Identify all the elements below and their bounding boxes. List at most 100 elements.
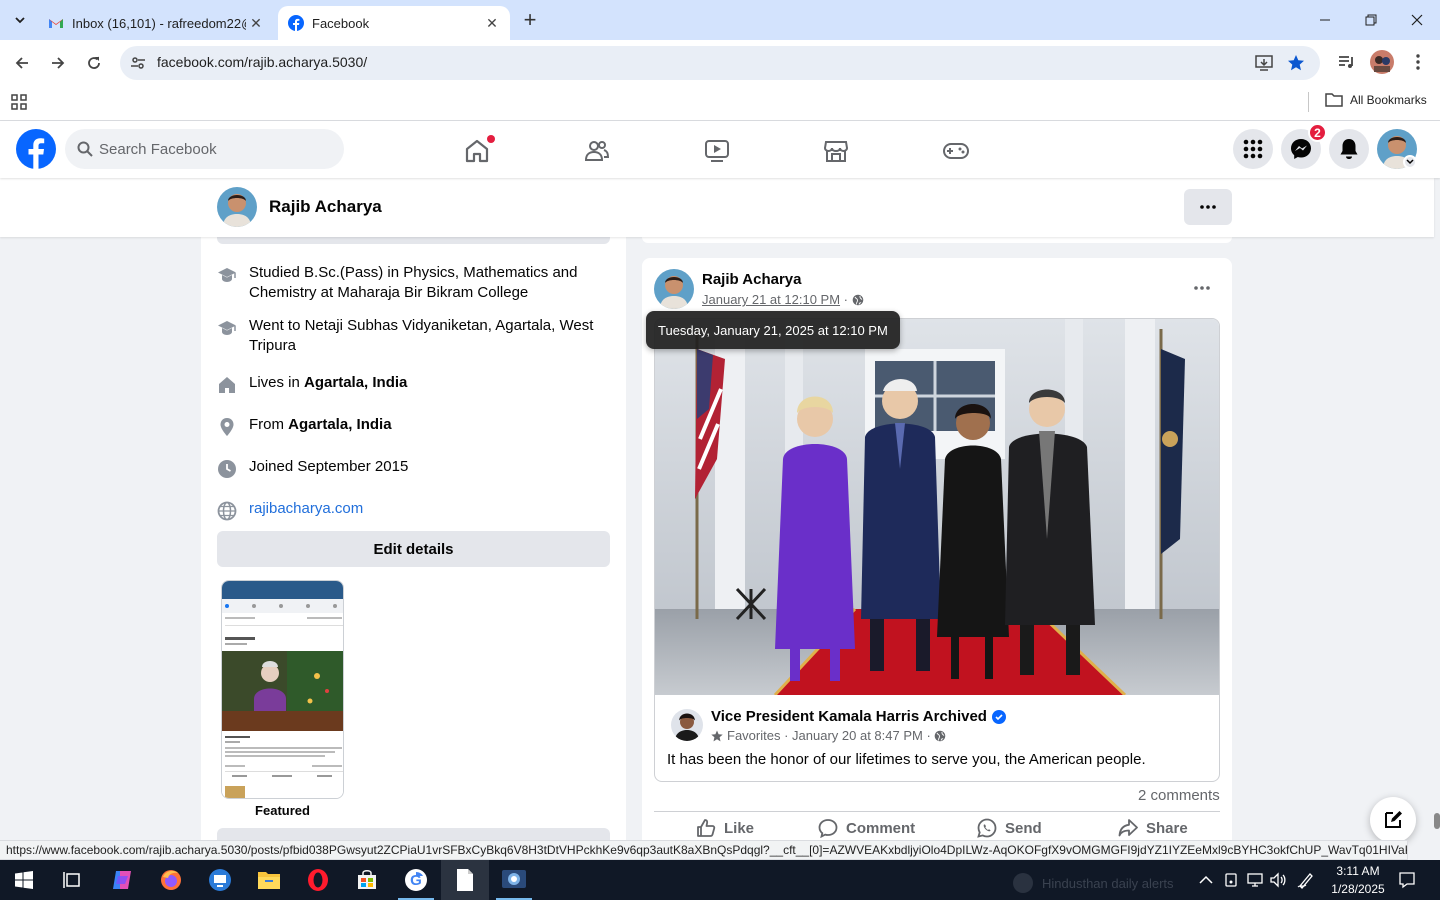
profile-name[interactable]: Rajib Acharya xyxy=(269,197,382,217)
post-options-button[interactable] xyxy=(1186,272,1218,304)
shared-page-name-text[interactable]: Vice President Kamala Harris Archived xyxy=(711,708,987,725)
forward-button[interactable] xyxy=(43,48,73,78)
search-input[interactable] xyxy=(99,140,319,158)
shared-post-text: It has been the honor of our lifetimes t… xyxy=(667,751,1146,768)
taskbar-chrome[interactable]: G xyxy=(392,860,440,900)
thumbs-up-icon xyxy=(697,819,716,837)
shared-page-avatar[interactable] xyxy=(671,709,703,741)
all-bookmarks-button[interactable]: All Bookmarks xyxy=(1325,92,1427,108)
action-center-icon[interactable] xyxy=(1397,870,1417,890)
profile-more-button[interactable] xyxy=(1184,189,1232,225)
nav-friends[interactable] xyxy=(541,125,653,177)
tray-overflow-icon[interactable] xyxy=(1196,870,1216,890)
apps-grid-icon[interactable] xyxy=(10,93,28,111)
windows-logo-icon xyxy=(15,871,33,889)
taskbar-store[interactable] xyxy=(343,860,391,900)
page-scrollbar[interactable] xyxy=(1434,178,1440,840)
nav-gaming[interactable] xyxy=(900,125,1012,177)
close-icon[interactable]: ✕ xyxy=(482,13,502,33)
install-app-icon[interactable] xyxy=(1254,53,1274,73)
intro-lives-in: Lives in Agartala, India xyxy=(217,373,607,395)
tab-search-button[interactable] xyxy=(6,8,34,32)
edit-details-button[interactable]: Edit details xyxy=(217,531,610,567)
profile-avatar[interactable] xyxy=(217,187,257,227)
taskbar-active-app[interactable] xyxy=(490,860,538,900)
comment-button[interactable]: Comment xyxy=(818,816,915,840)
profile-avatar-icon[interactable] xyxy=(1370,50,1394,74)
messenger-badge: 2 xyxy=(1308,123,1327,142)
share-button[interactable]: Share xyxy=(1118,816,1188,840)
taskbar-notification-text[interactable]: Hindusthan daily alerts xyxy=(1012,872,1174,894)
taskbar-notepad[interactable] xyxy=(441,860,489,900)
tray-network-icon[interactable] xyxy=(1245,870,1265,890)
send-button[interactable]: Send xyxy=(977,816,1042,840)
reload-button[interactable] xyxy=(79,48,109,78)
facebook-logo-icon[interactable] xyxy=(16,129,56,169)
site-info-icon[interactable] xyxy=(128,53,148,73)
browser-menu-icon[interactable] xyxy=(1406,50,1430,74)
website-link[interactable]: rajibacharya.com xyxy=(249,499,363,519)
gmail-icon xyxy=(49,19,63,28)
close-window-button[interactable] xyxy=(1394,0,1440,40)
send-label: Send xyxy=(1005,819,1042,837)
intro-joined: Joined September 2015 xyxy=(217,457,607,479)
media-controls-icon[interactable] xyxy=(1334,50,1358,74)
remote-desktop-icon xyxy=(209,869,231,891)
new-message-button[interactable] xyxy=(1370,797,1416,843)
tab-gmail[interactable]: Inbox (16,101) - rafreedom22@ ✕ xyxy=(38,6,274,40)
nav-marketplace[interactable] xyxy=(780,125,892,177)
close-icon[interactable]: ✕ xyxy=(246,13,266,33)
tray-volume-icon[interactable] xyxy=(1268,870,1288,890)
shared-page-name[interactable]: Vice President Kamala Harris Archived xyxy=(711,708,1006,725)
taskbar-copilot[interactable] xyxy=(98,860,146,900)
account-chevron-icon[interactable] xyxy=(1403,155,1417,169)
facebook-search-box[interactable] xyxy=(65,129,344,169)
intro-top-button[interactable] xyxy=(217,237,610,244)
shared-post[interactable]: Vice President Kamala Harris Archived Fa… xyxy=(654,318,1220,782)
shared-post-photo[interactable] xyxy=(655,319,1220,695)
scrollbar-thumb[interactable] xyxy=(1434,813,1440,829)
globe-icon[interactable] xyxy=(934,730,946,742)
shared-list: Favorites xyxy=(727,728,781,743)
restore-button[interactable] xyxy=(1348,0,1394,40)
tab-facebook[interactable]: Facebook ✕ xyxy=(278,6,510,40)
address-bar[interactable]: facebook.com/rajib.acharya.5030/ xyxy=(120,46,1320,80)
post-date-link[interactable]: January 21 at 12:10 PM xyxy=(702,292,840,307)
page-avatar-icon xyxy=(671,709,703,741)
comments-count-link[interactable]: 2 comments xyxy=(1138,787,1220,804)
taskbar-clock[interactable]: 3:11 AM 1/28/2025 xyxy=(1324,862,1392,898)
bookmark-star-icon[interactable] xyxy=(1286,53,1306,73)
minimize-button[interactable] xyxy=(1302,0,1348,40)
intro-bottom-section xyxy=(217,828,610,840)
taskbar-opera[interactable] xyxy=(294,860,342,900)
messenger-button[interactable]: 2 xyxy=(1281,123,1327,169)
featured-story-thumbnail[interactable] xyxy=(221,580,344,799)
intro-place[interactable]: Agartala, India xyxy=(288,416,391,433)
post-author-name[interactable]: Rajib Acharya xyxy=(702,271,802,288)
nav-home[interactable] xyxy=(421,125,533,177)
tray-storage-icon[interactable] xyxy=(1221,870,1241,890)
start-button[interactable] xyxy=(0,860,48,900)
url-text[interactable]: facebook.com/rajib.acharya.5030/ xyxy=(157,54,367,70)
taskbar-firefox[interactable] xyxy=(147,860,195,900)
intro-education-school: Went to Netaji Subhas Vidyaniketan, Agar… xyxy=(217,316,607,356)
globe-icon[interactable] xyxy=(852,294,864,306)
like-button[interactable]: Like xyxy=(696,816,754,840)
taskbar-file-explorer[interactable] xyxy=(245,860,293,900)
menu-button[interactable] xyxy=(1233,129,1273,169)
intro-place[interactable]: Agartala, India xyxy=(304,374,407,391)
home-icon xyxy=(219,377,235,393)
new-tab-button[interactable]: + xyxy=(518,7,542,32)
tray-pen-icon[interactable] xyxy=(1296,870,1316,890)
back-button[interactable] xyxy=(7,48,37,78)
nav-video[interactable] xyxy=(661,125,773,177)
graduation-cap-icon xyxy=(218,268,236,282)
facebook-icon xyxy=(288,15,304,31)
shared-date[interactable]: January 20 at 8:47 PM xyxy=(792,728,923,743)
taskbar-remote-desktop[interactable] xyxy=(196,860,244,900)
post-author-avatar[interactable] xyxy=(654,269,694,309)
clock-time: 3:11 AM xyxy=(1336,864,1380,878)
task-view-button[interactable] xyxy=(48,860,96,900)
user-avatar-icon xyxy=(654,269,694,309)
notifications-button[interactable] xyxy=(1329,129,1369,169)
